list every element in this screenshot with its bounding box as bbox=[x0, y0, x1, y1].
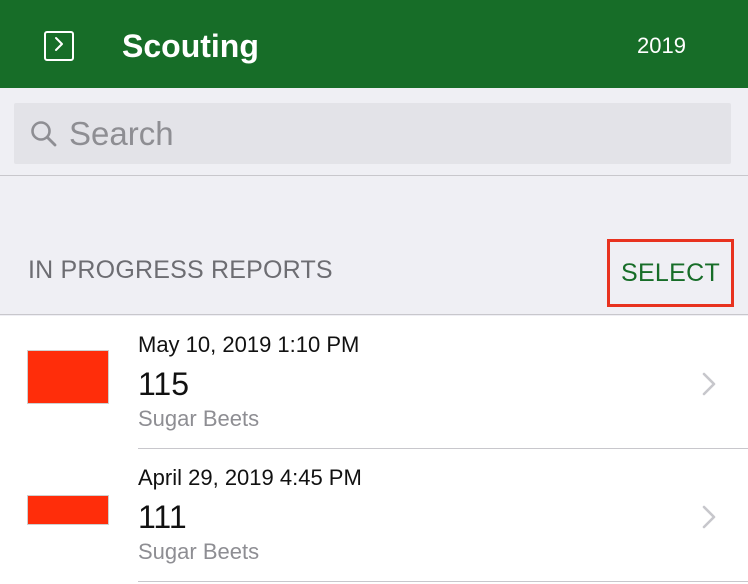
search-box[interactable] bbox=[14, 103, 731, 164]
report-crop: Sugar Beets bbox=[138, 539, 260, 564]
sidebar-toggle-icon bbox=[52, 36, 66, 57]
app-header: Scouting 2019 bbox=[0, 0, 748, 88]
report-color-swatch bbox=[27, 350, 109, 404]
page-title: Scouting bbox=[122, 28, 259, 64]
section-title: IN PROGRESS REPORTS bbox=[28, 256, 333, 284]
sidebar-toggle-button[interactable] bbox=[44, 31, 74, 61]
report-crop: Sugar Beets bbox=[138, 406, 260, 431]
search-bar bbox=[0, 88, 748, 176]
season-year[interactable]: 2019 bbox=[637, 31, 686, 61]
report-color-swatch bbox=[27, 495, 109, 525]
chevron-right-icon bbox=[702, 372, 716, 396]
report-datetime: May 10, 2019 1:10 PM bbox=[138, 332, 360, 357]
row-divider bbox=[138, 581, 748, 582]
report-number: 111 bbox=[138, 499, 187, 535]
search-icon bbox=[31, 121, 57, 147]
chevron-right-icon bbox=[702, 505, 716, 529]
search-input[interactable] bbox=[69, 111, 709, 157]
report-number: 115 bbox=[138, 366, 190, 402]
section-header: IN PROGRESS REPORTS SELECT bbox=[0, 177, 748, 315]
report-row[interactable]: May 10, 2019 1:10 PM 115 Sugar Beets bbox=[0, 316, 748, 449]
select-button[interactable]: SELECT bbox=[607, 239, 734, 307]
report-row[interactable]: April 29, 2019 4:45 PM 111 Sugar Beets bbox=[0, 449, 748, 582]
report-datetime: April 29, 2019 4:45 PM bbox=[138, 465, 362, 490]
select-label: SELECT bbox=[620, 258, 721, 287]
reports-list: May 10, 2019 1:10 PM 115 Sugar Beets Apr… bbox=[0, 316, 748, 584]
